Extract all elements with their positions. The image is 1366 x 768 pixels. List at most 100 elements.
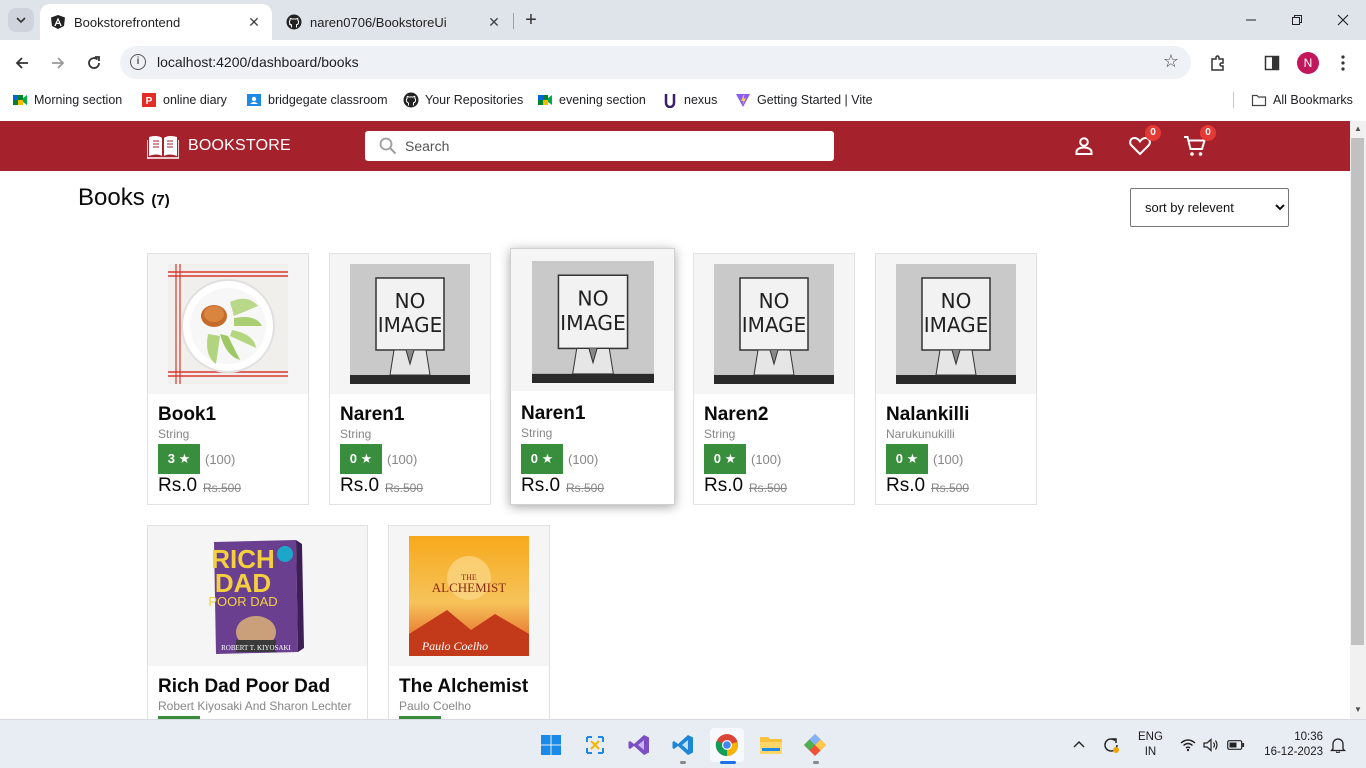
bookmark-your-repositories[interactable]: Your Repositories [403,91,523,109]
git-icon [804,734,826,756]
reload-button[interactable] [79,48,109,78]
profile-button[interactable] [1071,133,1097,159]
search-input[interactable] [405,131,825,161]
no-image-placeholder: NO IMAGE [350,264,470,384]
taskbar-visual-studio[interactable] [622,728,656,762]
scroll-down-arrow[interactable]: ▼ [1352,705,1364,717]
tab-title: naren0706/BookstoreUi [310,14,447,30]
book-card[interactable]: RICH DAD POOR DAD ROBERT T. KIYOSAKI Ric… [147,525,368,719]
bookmark-online-diary[interactable]: P online diary [141,91,227,109]
site-info-icon[interactable]: i [130,54,146,70]
new-tab-button[interactable]: + [519,8,543,32]
bookmark-star-icon[interactable]: ☆ [1163,51,1179,72]
all-bookmarks-label: All Bookmarks [1273,93,1353,107]
bookmark-morning-section[interactable]: Morning section [12,91,122,109]
bookmark-vite[interactable]: Getting Started | Vite [735,91,873,109]
book-title[interactable]: Rich Dad Poor Dad [158,676,330,698]
reload-icon [88,56,100,69]
page-viewport: BOOKSTORE 0 0 Books (7) sort by relevent [0,121,1350,719]
taskbar-vscode[interactable] [666,728,700,762]
all-bookmarks-button[interactable]: All Bookmarks [1251,91,1353,109]
close-tab-icon[interactable]: ✕ [246,14,262,31]
volume-control[interactable] [1203,720,1219,768]
book-card[interactable]: NO IMAGE Naren2 String 0 ★ (100) Rs.0 Rs… [693,253,855,505]
address-bar[interactable]: i localhost:4200/dashboard/books ☆ [120,46,1191,79]
diary-icon: P [142,93,156,107]
taskbar-snipping-tool[interactable] [578,728,612,762]
cover-text: ALCHEMIST [432,580,506,595]
back-button[interactable] [7,48,37,78]
time-text: 10:36 [1294,730,1323,743]
extensions-button[interactable] [1203,48,1233,78]
browser-toolbar: i localhost:4200/dashboard/books ☆ [0,40,1366,86]
taskbar-git[interactable] [798,728,832,762]
tab-github-repo[interactable]: naren0706/BookstoreUi ✕ [276,4,512,40]
forward-button[interactable] [43,48,73,78]
chevron-down-icon [16,17,26,24]
brand-name: BOOKSTORE [188,137,291,154]
bookmark-evening-section[interactable]: evening section [537,91,646,109]
taskbar-chrome[interactable] [710,728,744,762]
url-text[interactable]: localhost:4200/dashboard/books [157,54,359,70]
wishlist-count-badge: 0 [1145,125,1161,141]
book-card[interactable]: NO IMAGE Naren1 String 0 ★ (100) Rs.0 Rs… [329,253,491,505]
no-image-placeholder: NO IMAGE [896,264,1016,384]
cover-text: POOR DAD [208,594,277,609]
bookmarks-separator [1233,92,1234,108]
book-cover-image [168,264,288,384]
bell-icon [1330,737,1346,753]
close-icon [1337,14,1349,26]
battery-icon [1227,739,1245,750]
book-original-price: Rs.500 [749,481,788,495]
close-tab-icon[interactable]: ✕ [486,14,502,31]
search-bar[interactable] [365,131,834,161]
side-panel-button[interactable] [1257,48,1287,78]
restore-icon [1292,15,1302,25]
chevron-up-icon [1073,740,1085,747]
rating-badge: 0 ★ [340,444,382,474]
restore-button[interactable] [1274,0,1320,40]
sort-select[interactable]: sort by relevent [1130,188,1289,227]
clock[interactable]: 10:36 16-12-2023 [1259,720,1323,768]
no-image-text: NO [577,287,608,311]
book-card[interactable]: NO IMAGE Naren1 String 0 ★ (100) Rs.0 Rs… [510,248,675,505]
battery-status[interactable] [1227,720,1245,768]
book-title[interactable]: The Alchemist [399,676,528,698]
book-card[interactable]: THE ALCHEMIST Paulo Coelho The Alchemist… [388,525,550,719]
network-status[interactable] [1180,720,1196,768]
book-title[interactable]: Book1 [158,404,216,426]
book-author: String [521,426,553,440]
book-title[interactable]: Naren2 [704,404,768,426]
book-title[interactable]: Naren1 [521,403,585,425]
taskbar-file-explorer[interactable] [754,728,788,762]
tab-search-button[interactable] [8,8,34,32]
bookmark-label: Morning section [34,93,123,107]
no-image-text: IMAGE [742,313,807,337]
book-title[interactable]: Naren1 [340,404,404,426]
language-indicator[interactable]: ENG IN [1138,720,1163,768]
bookmark-nexus[interactable]: nexus [662,91,717,109]
minimize-button[interactable] [1228,0,1274,40]
book-card[interactable]: Book1 String 3 ★ (100) Rs.0 Rs.500 [147,253,309,505]
chrome-menu-button[interactable] [1328,48,1358,78]
tab-bookstorefrontend[interactable]: Bookstorefrontend ✕ [40,4,272,40]
profile-avatar[interactable]: N [1297,52,1319,74]
start-button[interactable] [534,728,568,762]
notification-center[interactable] [1330,720,1346,768]
scroll-up-arrow[interactable]: ▲ [1352,124,1364,136]
side-panel-icon [1264,55,1280,71]
bookstore-logo[interactable]: BOOKSTORE [147,133,291,159]
bookmark-bridgegate-classroom[interactable]: bridgegate classroom [246,91,388,109]
book-price: Rs.0 [158,475,198,496]
close-window-button[interactable] [1320,0,1366,40]
angular-icon [51,15,65,29]
book-title[interactable]: Nalankilli [886,404,969,426]
bookmarks-bar: Morning section P online diary bridgegat… [0,86,1366,114]
book-card[interactable]: NO IMAGE Nalankilli Narukunukilli 0 ★ (1… [875,253,1037,505]
book-price: Rs.0 [521,475,561,496]
speaker-icon [1203,737,1218,752]
show-hidden-icons[interactable] [1072,720,1086,768]
sync-status[interactable] [1102,720,1120,768]
language-text: ENG [1138,730,1163,743]
scrollbar-thumb[interactable] [1351,138,1364,645]
